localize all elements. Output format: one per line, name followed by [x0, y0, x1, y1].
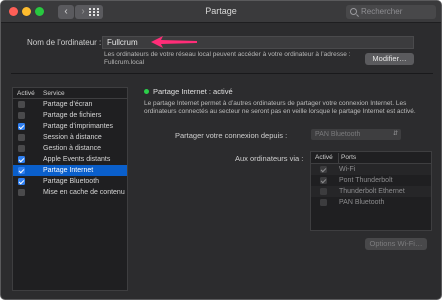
search-placeholder: Rechercher [361, 7, 403, 16]
header-service: Service [43, 90, 65, 97]
port-item[interactable]: PAN Bluetooth [311, 197, 431, 208]
service-item[interactable]: Apple Events distants [13, 154, 127, 165]
service-item[interactable]: Partage d’écran [13, 99, 127, 110]
service-checkbox[interactable] [18, 156, 25, 163]
service-label: Apple Events distants [43, 156, 111, 163]
search-icon [350, 8, 357, 15]
service-label: Partage de fichiers [43, 112, 102, 119]
modify-button[interactable]: Modifier… [365, 53, 414, 65]
share-from-value: PAN Bluetooth [315, 131, 361, 138]
section-divider [11, 73, 433, 74]
service-label: Gestion à distance [43, 145, 101, 152]
service-item[interactable]: Partage de fichiers [13, 110, 127, 121]
status-indicator-icon [144, 89, 149, 94]
service-status: Partage Internet : activé [153, 87, 233, 96]
computer-name-label: Nom de l’ordinateur : [27, 38, 102, 47]
service-item[interactable]: Partage d’imprimantes [13, 121, 127, 132]
service-list-header: Activé Service [13, 88, 127, 99]
local-address: Fullcrum.local [104, 59, 145, 66]
service-item[interactable]: Gestion à distance [13, 143, 127, 154]
service-label: Session à distance [43, 134, 102, 141]
service-checkbox[interactable] [18, 178, 25, 185]
service-checkbox[interactable] [18, 167, 25, 174]
port-checkbox[interactable] [320, 199, 327, 206]
service-item[interactable]: Session à distance [13, 132, 127, 143]
port-label: Pont Thunderbolt [339, 177, 393, 184]
title-bar: ‹ › Partage Rechercher [1, 1, 441, 23]
service-label: Partage d’imprimantes [43, 123, 114, 130]
port-checkbox[interactable] [320, 166, 327, 173]
service-checkbox[interactable] [18, 101, 25, 108]
port-item[interactable]: Pont Thunderbolt [311, 175, 431, 186]
port-item[interactable]: Thunderbolt Ethernet [311, 186, 431, 197]
service-list: Activé Service Partage d’écran Partage de… [12, 87, 128, 291]
ports-list-header: Activé Ports [311, 152, 431, 164]
service-item[interactable]: Mise en cache de contenu [13, 187, 127, 198]
search-field[interactable]: Rechercher [346, 5, 436, 19]
annotation-arrow-icon [151, 36, 197, 48]
service-checkbox[interactable] [18, 145, 25, 152]
service-checkbox[interactable] [18, 112, 25, 119]
header-separator [338, 153, 339, 163]
service-label: Partage Internet [43, 167, 94, 174]
port-label: Wi-Fi [339, 166, 356, 173]
service-label: Mise en cache de contenu [43, 189, 125, 196]
ports-header-active: Activé [315, 154, 333, 161]
share-from-popup[interactable]: PAN Bluetooth ⇵ [311, 129, 401, 140]
service-checkbox[interactable] [18, 123, 25, 130]
computer-name-info: Les ordinateurs de votre réseau local pe… [104, 51, 364, 67]
service-checkbox[interactable] [18, 134, 25, 141]
port-checkbox[interactable] [320, 188, 327, 195]
wifi-options-button[interactable]: Options Wi-Fi… [365, 238, 427, 250]
port-label: Thunderbolt Ethernet [339, 188, 405, 195]
ports-header-ports: Ports [341, 154, 357, 161]
port-checkbox[interactable] [320, 177, 327, 184]
computer-name-info-line: Les ordinateurs de votre réseau local pe… [104, 51, 351, 58]
service-item[interactable]: Partage Internet [13, 165, 127, 176]
port-label: PAN Bluetooth [339, 199, 385, 206]
service-description: Le partage Internet permet à d’autres or… [144, 100, 416, 115]
service-label: Partage Bluetooth [43, 178, 100, 185]
service-checkbox[interactable] [18, 189, 25, 196]
port-item[interactable]: Wi-Fi [311, 164, 431, 175]
to-computers-label: Aux ordinateurs via : [235, 154, 304, 163]
service-label: Partage d’écran [43, 101, 93, 108]
ports-list: Activé Ports Wi-Fi Pont Thunderbolt Thunde… [310, 151, 432, 231]
chevron-updown-icon: ⇵ [392, 131, 398, 137]
header-active: Activé [17, 90, 35, 97]
share-from-label: Partager votre connexion depuis : [175, 131, 288, 140]
service-item[interactable]: Partage Bluetooth [13, 176, 127, 187]
sharing-window: ‹ › Partage Rechercher Nom de l’ordinate… [0, 0, 442, 300]
